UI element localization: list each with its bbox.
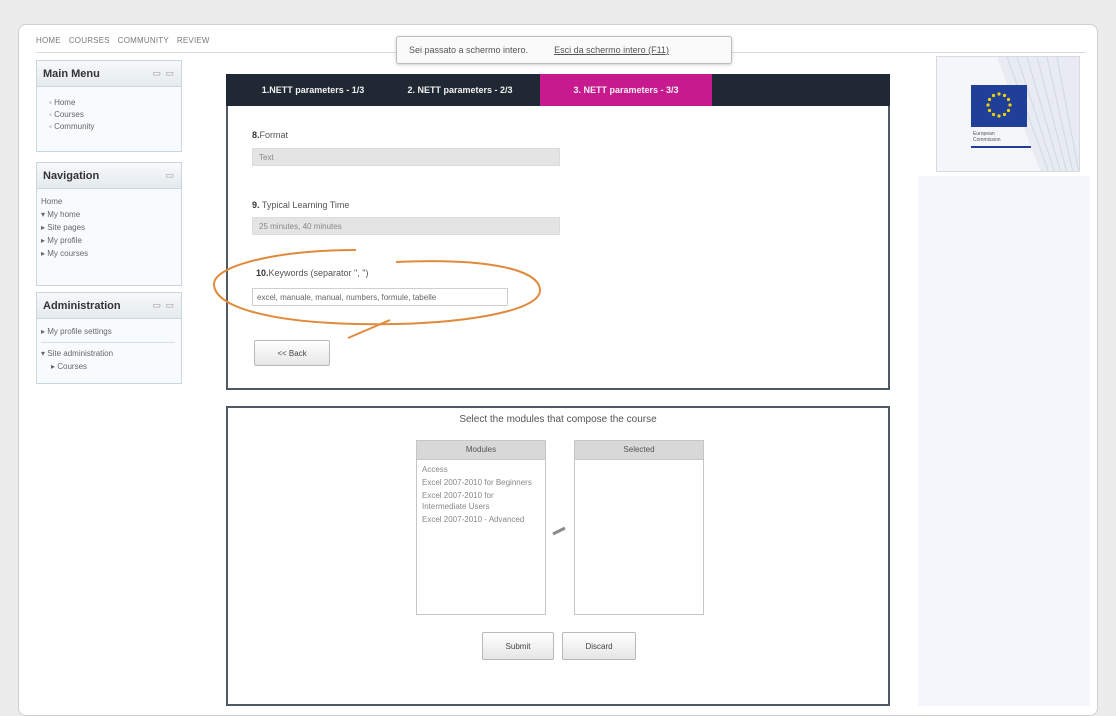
tab-nett-1[interactable]: 1.NETT parameters - 1/3 [246, 74, 380, 106]
module-option[interactable]: Excel 2007-2010 for Beginners [422, 477, 540, 488]
selected-header: Selected [575, 441, 703, 460]
admin-item-courses[interactable]: ▸ Courses [41, 360, 175, 373]
block-controls-icon[interactable]: ▭ ▭ [152, 68, 175, 79]
fullscreen-text: Sei passato a schermo intero. [409, 45, 529, 55]
european-commission-logo: European Commission [936, 56, 1080, 172]
module-option[interactable]: Access [422, 464, 540, 475]
navigation-item-my-courses[interactable]: ▸ My courses [41, 247, 175, 260]
block-header: Administration ▭ ▭ [37, 293, 181, 319]
nav-community[interactable]: COMMUNITY [118, 36, 169, 50]
module-option[interactable]: Excel 2007-2010 for Intermediate Users [422, 490, 540, 512]
admin-divider [41, 342, 175, 343]
learning-time-label: 9. Typical Learning Time [252, 200, 350, 210]
submit-button[interactable]: Submit [482, 632, 554, 660]
administration-block: Administration ▭ ▭ ▸ My profile settings… [36, 292, 182, 384]
navigation-home[interactable]: Home [41, 195, 175, 208]
block-controls-icon[interactable]: ▭ ▭ [152, 300, 175, 311]
tab-nett-3[interactable]: 3. NETT parameters - 3/3 [540, 74, 712, 106]
administration-list: ▸ My profile settings ▾ Site administrat… [37, 319, 181, 379]
top-navigation: HOME COURSES COMMUNITY REVIEW [36, 36, 210, 50]
learning-time-field[interactable]: 25 minutes, 40 minutes [252, 217, 560, 235]
nav-review[interactable]: REVIEW [177, 36, 210, 50]
modules-panel [226, 406, 890, 706]
tab-nett-2[interactable]: 2. NETT parameters - 2/3 [380, 74, 540, 106]
right-sidebar-region [918, 176, 1090, 706]
modules-title: Select the modules that compose the cour… [459, 414, 657, 425]
format-field[interactable]: Text [252, 148, 560, 166]
nett-tabs: 1.NETT parameters - 1/3 2. NETT paramete… [226, 74, 890, 106]
logo-caption: European Commission [973, 131, 1001, 143]
nav-home[interactable]: HOME [36, 36, 61, 50]
selected-list[interactable]: Selected [574, 440, 704, 615]
navigation-block: Navigation ▭ Home ▾ My home ▸ Site pages… [36, 162, 182, 286]
admin-item-profile-settings[interactable]: ▸ My profile settings [41, 325, 175, 338]
administration-title: Administration [43, 299, 121, 312]
commission-building-logo-icon [971, 57, 1079, 171]
admin-item-site-administration[interactable]: ▾ Site administration [41, 347, 175, 360]
block-header: Main Menu ▭ ▭ [37, 61, 181, 87]
navigation-item-site-pages[interactable]: ▸ Site pages [41, 221, 175, 234]
nav-courses[interactable]: COURSES [69, 36, 110, 50]
main-menu-block: Main Menu ▭ ▭ ◦ Home ◦ Courses ◦ Communi… [36, 60, 182, 152]
modules-list[interactable]: Modules Access Excel 2007-2010 for Begin… [416, 440, 546, 615]
format-label: 8.Format [252, 130, 289, 140]
navigation-item-my-home[interactable]: ▾ My home [41, 208, 175, 221]
main-menu-title: Main Menu [43, 67, 100, 80]
learning-time-number: 9. [252, 200, 260, 210]
main-menu-item-community[interactable]: ◦ Community [49, 121, 175, 133]
exit-fullscreen-link[interactable]: Esci da schermo intero (F11) [554, 45, 669, 55]
back-button[interactable]: << Back [254, 340, 330, 366]
main-menu-item-home[interactable]: ◦ Home [49, 97, 175, 109]
block-controls-icon[interactable]: ▭ [165, 170, 175, 181]
module-option[interactable]: Excel 2007-2010 - Advanced [422, 514, 540, 525]
discard-button[interactable]: Discard [562, 632, 636, 660]
modules-header: Modules [417, 441, 545, 460]
navigation-title: Navigation [43, 169, 100, 182]
navigation-item-my-profile[interactable]: ▸ My profile [41, 234, 175, 247]
move-arrow-icon[interactable] [552, 526, 566, 536]
modules-options: Access Excel 2007-2010 for Beginners Exc… [417, 460, 545, 531]
main-menu-list: ◦ Home ◦ Courses ◦ Community [37, 87, 181, 139]
block-header: Navigation ▭ [37, 163, 181, 189]
format-number: 8. [252, 130, 260, 140]
navigation-list: Home ▾ My home ▸ Site pages ▸ My profile… [37, 189, 181, 266]
main-menu-item-courses[interactable]: ◦ Courses [49, 109, 175, 121]
fullscreen-notice: Sei passato a schermo intero. Esci da sc… [396, 36, 732, 64]
